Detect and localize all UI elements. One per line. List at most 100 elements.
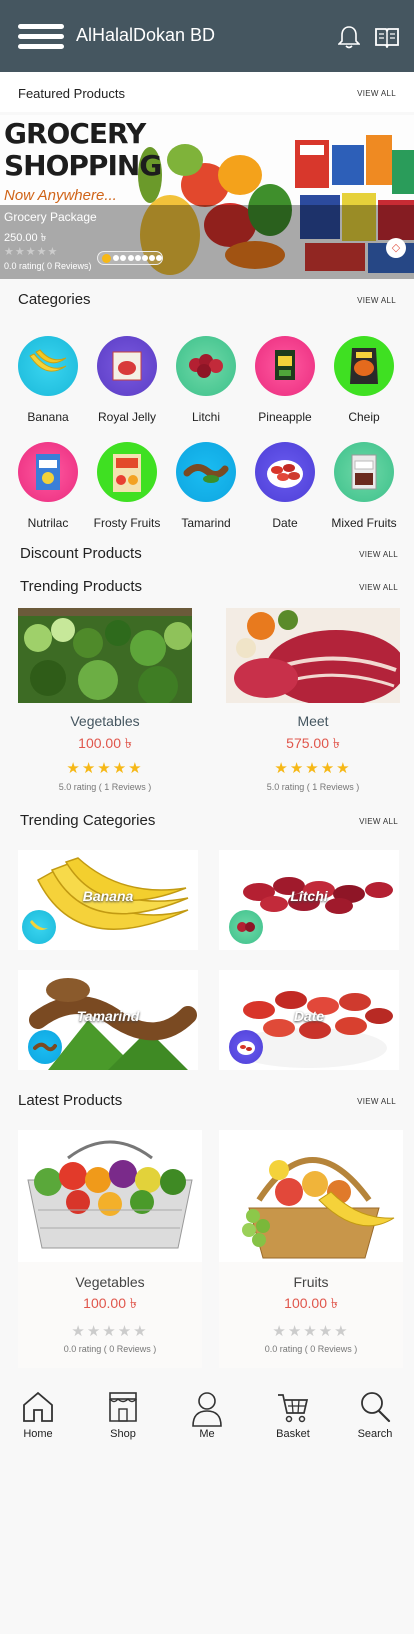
rating-text: 0.0 rating ( 0 Reviews ) (264, 1344, 358, 1354)
featured-title: Featured Products (18, 86, 125, 101)
nav-search[interactable]: Search (340, 1390, 410, 1440)
nav-me[interactable]: Me (172, 1390, 242, 1440)
slide-dot[interactable] (149, 255, 156, 261)
category-litchi[interactable]: Litchi (166, 336, 246, 424)
category-date[interactable]: Date (245, 442, 325, 530)
product-price: 100.00 ৳ (83, 1295, 137, 1311)
chips-icon (334, 336, 394, 396)
product-image (226, 608, 400, 703)
latest-header: Latest Products VIEW ALL (0, 1089, 414, 1129)
product-name: Vegetables (70, 713, 140, 729)
category-label: Frosty Fruits (93, 516, 161, 530)
nav-label: Shop (110, 1428, 136, 1440)
category-tamarind[interactable]: Tamarind (166, 442, 246, 530)
category-label: Royal Jelly (97, 410, 157, 424)
trending-category-litchi[interactable]: Litchi (219, 850, 399, 950)
trending-category-date[interactable]: Date (219, 970, 399, 1070)
pineapple-icon (255, 336, 315, 396)
category-banana[interactable]: Banana (8, 336, 88, 424)
slide-dot[interactable] (142, 255, 148, 261)
featured-banner[interactable]: GROCERY SHOPPING Now Anywhere... Grocery… (0, 115, 414, 279)
slide-indicator[interactable] (97, 251, 163, 265)
product-name: Meet (297, 713, 329, 729)
product-price: 100.00 ৳ (284, 1295, 338, 1311)
banana-icon (22, 910, 56, 944)
mixed-fruits-icon (334, 442, 394, 502)
cart-icon (278, 1394, 309, 1423)
diamond-badge-icon: ◇ (386, 238, 406, 258)
category-label: Banana (27, 410, 69, 424)
banner-product-name: Grocery Package (4, 210, 97, 224)
latest-title: Latest Products (18, 1092, 123, 1109)
trending-category-banana[interactable]: Banana (18, 850, 198, 950)
product-price: 575.00 ৳ (286, 735, 340, 751)
rating-stars: ★★★★★ (66, 760, 144, 777)
latest-view-all-link[interactable]: VIEW ALL (357, 1097, 396, 1106)
trending-category-tamarind[interactable]: Tamarind (18, 970, 198, 1070)
trending-product-card[interactable]: Meet 575.00 ৳ ★★★★★ 5.0 rating ( 1 Revie… (226, 608, 400, 792)
trending-products-header: Trending Products VIEW ALL (0, 573, 414, 613)
slide-dot[interactable] (156, 255, 163, 261)
bell-icon[interactable] (338, 25, 360, 49)
trending-category-label: Litchi (290, 888, 328, 904)
date-icon (255, 442, 315, 502)
nav-label: Me (199, 1428, 215, 1440)
featured-view-all-link[interactable]: VIEW ALL (357, 89, 396, 98)
product-name: Fruits (293, 1274, 329, 1290)
banner-rating: 0.0 rating( 0 Reviews) (4, 261, 92, 271)
tamarind-icon (28, 1030, 62, 1064)
nav-home[interactable]: Home (3, 1390, 73, 1440)
latest-product-card[interactable]: Fruits 100.00 ৳ ★★★★★ 0.0 rating ( 0 Rev… (219, 1130, 403, 1368)
product-price: 100.00 ৳ (78, 735, 132, 751)
category-cheip[interactable]: Cheip (324, 336, 404, 424)
slide-dot[interactable] (120, 255, 127, 261)
category-pineapple[interactable]: Pineapple (245, 336, 325, 424)
category-nutrilac[interactable]: Nutrilac (8, 442, 88, 530)
category-label: Mixed Fruits (331, 516, 397, 530)
category-label: Date (272, 516, 298, 530)
nav-label: Search (357, 1428, 393, 1440)
banner-stars: ★★★★★ (4, 246, 59, 258)
trending-products-view-all-link[interactable]: VIEW ALL (359, 583, 398, 592)
shop-icon (109, 1392, 137, 1422)
product-image (18, 1130, 202, 1262)
nav-basket[interactable]: Basket (258, 1390, 328, 1440)
app-title: AlHalalDokan BD (76, 25, 216, 45)
category-frosty-fruits[interactable]: Frosty Fruits (87, 442, 167, 530)
app-bar: AlHalalDokan BD (0, 0, 414, 72)
banner-headline-line2: SHOPPING (4, 149, 162, 182)
jelly-icon (97, 336, 157, 396)
category-mixed-fruits[interactable]: Mixed Fruits (324, 442, 404, 530)
trending-product-card[interactable]: Vegetables 100.00 ৳ ★★★★★ 5.0 rating ( 1… (18, 608, 192, 792)
categories-header: Categories VIEW ALL (0, 283, 414, 323)
trending-categories-header: Trending Categories VIEW ALL (0, 809, 414, 849)
slide-dot[interactable] (134, 255, 141, 261)
nav-label: Home (23, 1428, 53, 1440)
product-name: Vegetables (75, 1274, 145, 1290)
discount-title: Discount Products (20, 545, 142, 562)
rating-text: 0.0 rating ( 0 Reviews ) (63, 1344, 157, 1354)
rating-text: 5.0 rating ( 1 Reviews ) (58, 782, 152, 792)
litchi-icon (176, 336, 236, 396)
search-icon (361, 1392, 391, 1423)
categories-view-all-link[interactable]: VIEW ALL (357, 296, 396, 305)
category-label: Cheip (348, 410, 380, 424)
slide-dot[interactable] (113, 255, 120, 261)
banana-icon (18, 336, 78, 396)
trending-categories-view-all-link[interactable]: VIEW ALL (359, 817, 398, 826)
nutrilac-icon (18, 442, 78, 502)
slide-dot[interactable] (127, 255, 134, 261)
category-label: Litchi (191, 410, 220, 424)
discount-view-all-link[interactable]: VIEW ALL (359, 550, 398, 559)
category-label: Pineapple (258, 410, 312, 424)
rating-text: 5.0 rating ( 1 Reviews ) (266, 782, 360, 792)
hamburger-menu-icon[interactable] (18, 24, 64, 50)
latest-product-card[interactable]: Vegetables 100.00 ৳ ★★★★★ 0.0 rating ( 0… (18, 1130, 202, 1368)
rating-stars: ★★★★★ (274, 760, 352, 777)
date-icon (229, 1030, 263, 1064)
slide-dot-active[interactable] (102, 253, 111, 263)
book-icon[interactable] (374, 26, 400, 48)
category-label: Tamarind (181, 516, 231, 530)
nav-shop[interactable]: Shop (88, 1390, 158, 1440)
category-royal-jelly[interactable]: Royal Jelly (87, 336, 167, 424)
